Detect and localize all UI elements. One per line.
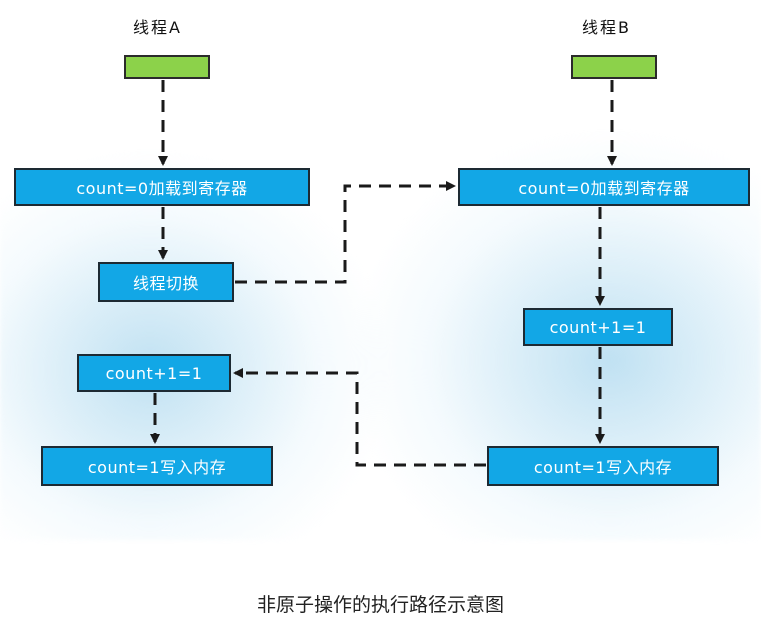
flow-arrows xyxy=(150,80,617,467)
arrow-switch-to-b-load xyxy=(235,181,456,284)
diagram-caption: 非原子操作的执行路径示意图 xyxy=(256,594,504,616)
arrow-b-write-to-a-increment xyxy=(233,368,486,467)
diagram-canvas: 线程A 线程B count=0加载到寄存器 线程切换 count+1=1 cou… xyxy=(0,0,761,560)
